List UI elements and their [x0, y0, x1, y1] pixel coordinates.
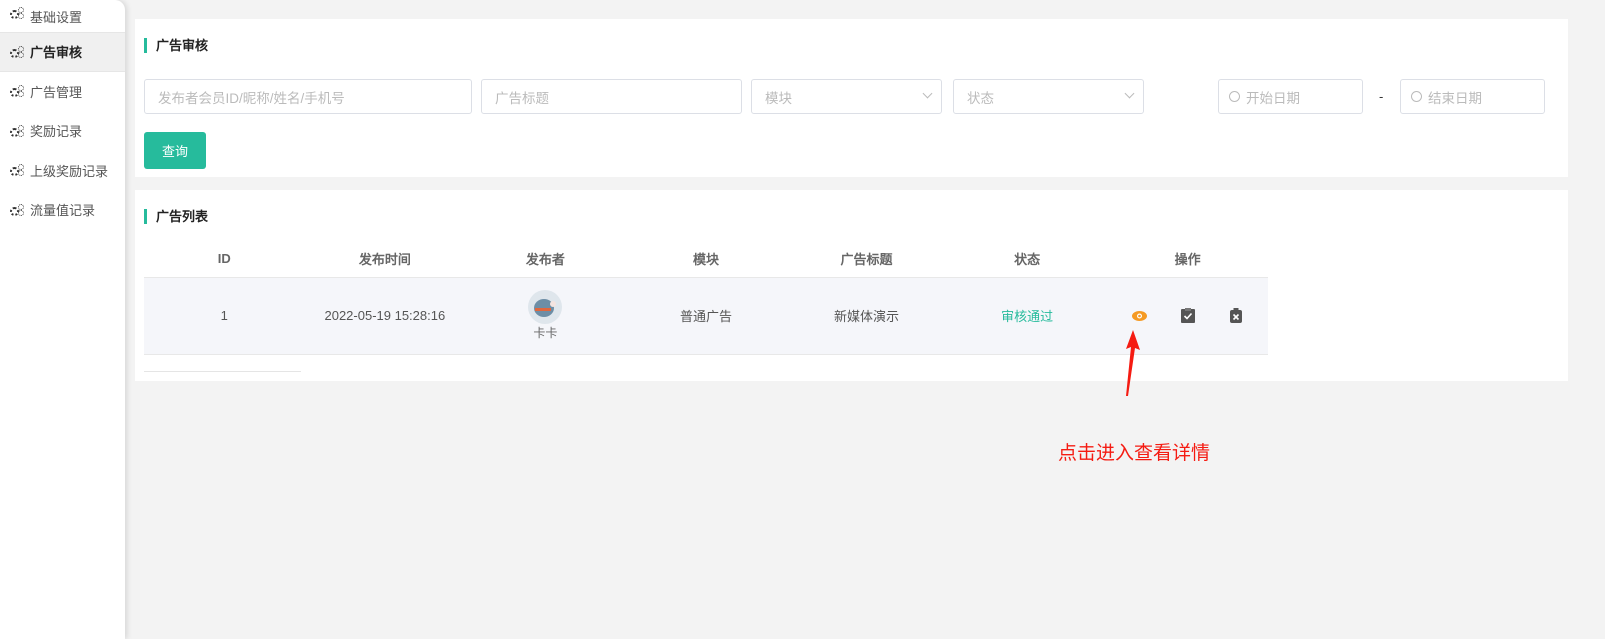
sidebar-item-label: 广告管理 [30, 84, 83, 100]
gear-icon [10, 124, 24, 137]
pagination-divider [144, 371, 301, 372]
placeholder: 状态 [967, 90, 994, 106]
query-button[interactable]: 查询 [144, 132, 206, 169]
ad-title-input[interactable]: 广告标题 [481, 79, 742, 114]
sidebar-item-superior-reward-records[interactable]: 上级奖励记录 [0, 151, 125, 191]
col-publisher: 发布者 [465, 240, 626, 278]
gear-icon [10, 164, 24, 177]
reject-clipboard-icon[interactable] [1228, 308, 1244, 324]
gear-icon [10, 45, 24, 58]
clock-icon [1229, 91, 1240, 102]
sidebar: 基础设置 广告审核 广告管理 奖励记录 上级奖励记录 流量值记录 [0, 0, 125, 639]
date-separator: - [1379, 89, 1384, 104]
placeholder: 结束日期 [1428, 90, 1482, 106]
cell-time: 2022-05-19 15:28:16 [304, 277, 466, 355]
ad-table: ID 发布时间 发布者 模块 广告标题 状态 操作 1 2022-05-19 1… [144, 240, 1268, 355]
sidebar-item-basic-settings[interactable]: 基础设置 [0, 0, 125, 32]
avatar [528, 290, 563, 324]
sidebar-item-label: 上级奖励记录 [30, 163, 109, 179]
status-badge: 审核通过 [946, 277, 1108, 355]
sidebar-item-ad-review[interactable]: 广告审核 [0, 32, 125, 72]
sidebar-item-ad-management[interactable]: 广告管理 [0, 72, 125, 112]
cell-publisher: 卡卡 [465, 277, 626, 355]
clock-icon [1411, 91, 1422, 102]
cell-ad-title: 新媒体演示 [786, 277, 947, 355]
status-select[interactable]: 状态 [953, 79, 1144, 114]
col-id: ID [144, 240, 305, 278]
placeholder: 广告标题 [495, 90, 549, 106]
annotation-text: 点击进入查看详情 [1058, 443, 1211, 464]
chevron-down-icon [922, 88, 933, 99]
sidebar-item-label: 基础设置 [30, 10, 83, 25]
cell-id: 1 [144, 277, 305, 355]
chevron-down-icon [1124, 88, 1135, 99]
sidebar-item-label: 奖励记录 [30, 124, 83, 140]
gear-icon [10, 85, 24, 98]
col-status: 状态 [946, 240, 1108, 278]
annotation-arrow [1126, 330, 1140, 396]
module-select[interactable]: 模块 [751, 79, 942, 114]
view-eye-icon[interactable] [1132, 308, 1148, 324]
col-time: 发布时间 [304, 240, 466, 278]
table-row: 1 2022-05-19 15:28:16 卡卡 普通广告 新媒体演示 审核通过 [144, 277, 1268, 355]
sidebar-item-label: 流量值记录 [30, 203, 96, 219]
publisher-name: 卡卡 [533, 326, 558, 340]
gear-icon [10, 203, 24, 216]
col-ad-title: 广告标题 [786, 240, 947, 278]
approve-clipboard-icon[interactable] [1180, 308, 1196, 324]
publisher-search-input[interactable]: 发布者会员ID/昵称/姓名/手机号 [144, 79, 472, 114]
placeholder: 模块 [765, 90, 792, 106]
filter-panel: 广告审核 发布者会员ID/昵称/姓名/手机号 广告标题 模块 状态 开始日期 -… [135, 19, 1568, 177]
placeholder: 开始日期 [1246, 90, 1300, 106]
col-module: 模块 [625, 240, 787, 278]
sidebar-item-traffic-records[interactable]: 流量值记录 [0, 190, 125, 230]
placeholder: 发布者会员ID/昵称/姓名/手机号 [158, 90, 345, 106]
start-date-input[interactable]: 开始日期 [1218, 79, 1363, 114]
section-title: 广告审核 [144, 38, 208, 53]
sidebar-item-reward-records[interactable]: 奖励记录 [0, 111, 125, 151]
list-panel: 广告列表 ID 发布时间 发布者 模块 广告标题 状态 操作 1 2022-05… [135, 190, 1568, 381]
end-date-input[interactable]: 结束日期 [1400, 79, 1545, 114]
section-title: 广告列表 [144, 209, 208, 224]
cell-module: 普通广告 [625, 277, 787, 355]
sidebar-item-label: 广告审核 [30, 45, 83, 61]
col-actions: 操作 [1107, 240, 1268, 278]
gear-icon [10, 7, 24, 19]
table-header: ID 发布时间 发布者 模块 广告标题 状态 操作 [144, 240, 1268, 278]
